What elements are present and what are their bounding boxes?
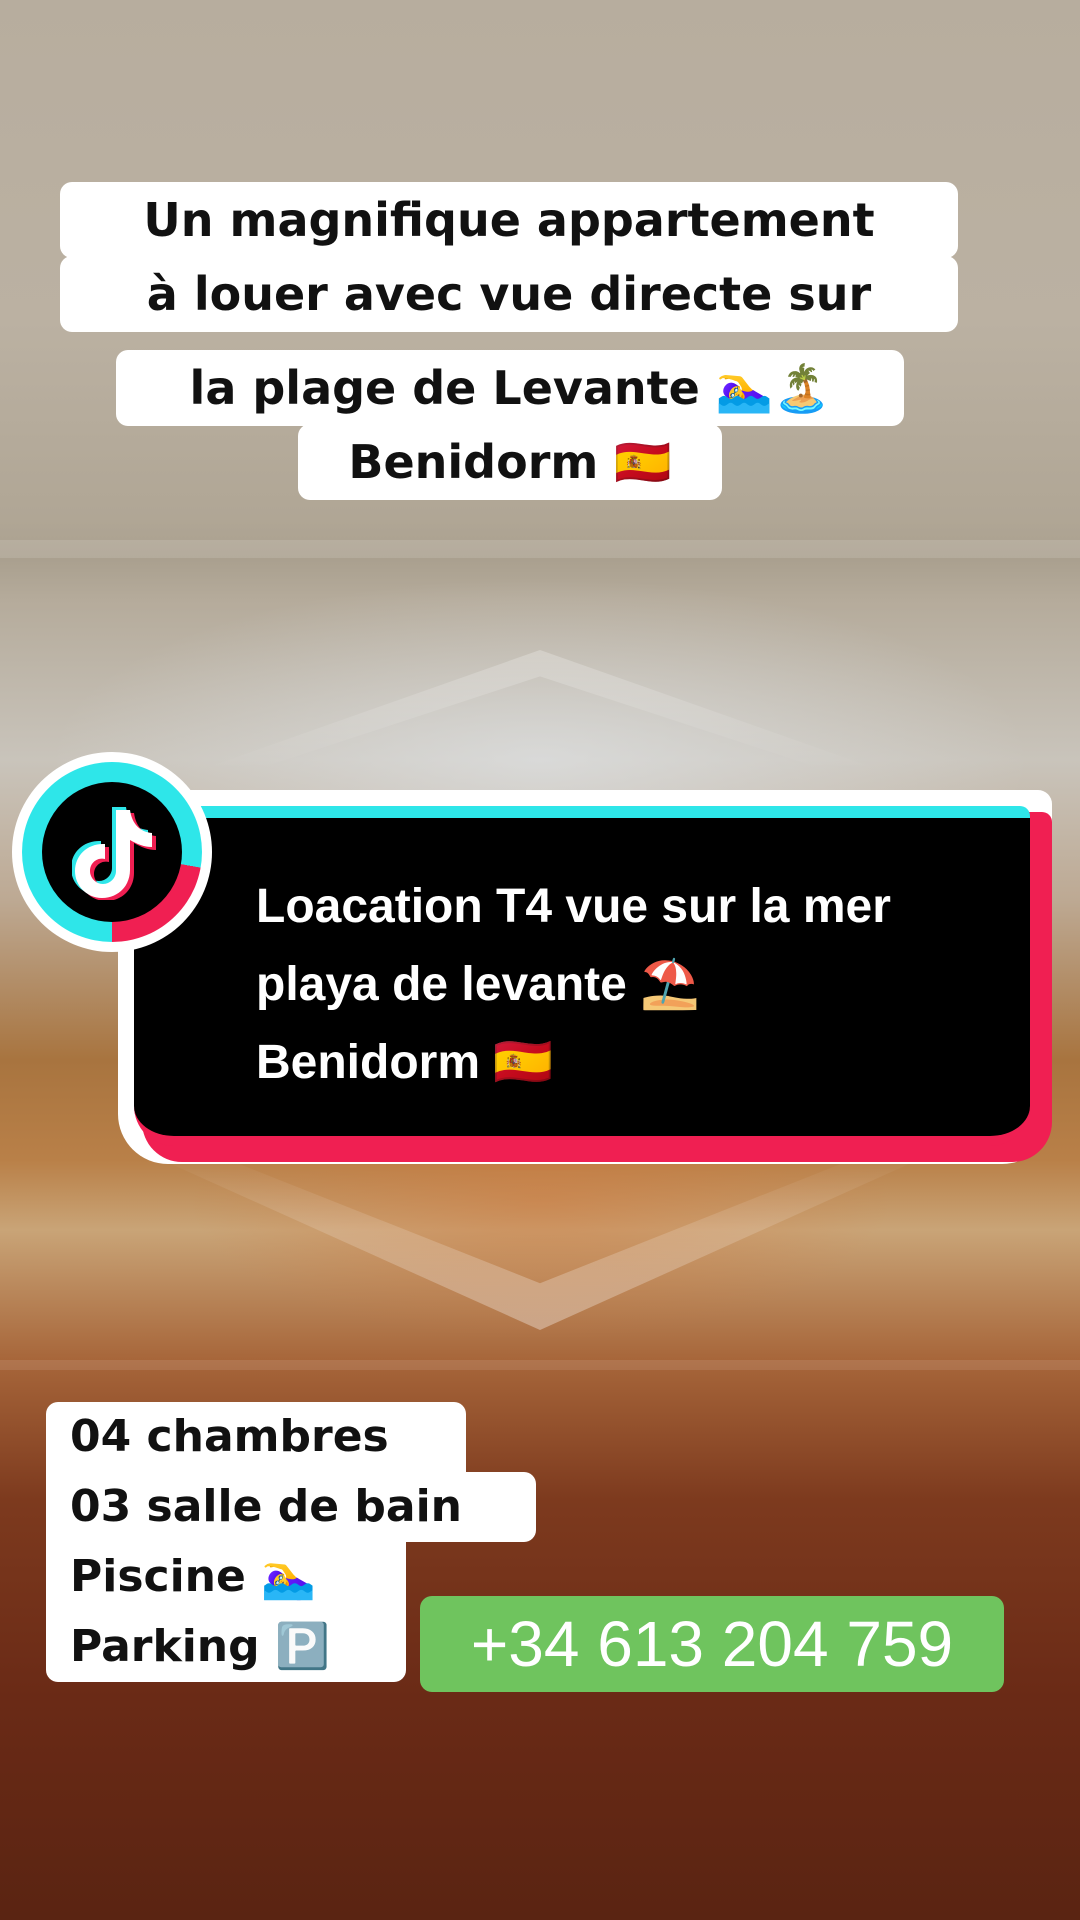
caption-line: Benidorm 🇪🇸 [298,424,722,500]
card-line: Loacation T4 vue sur la mer [256,880,891,933]
card-line: Benidorm 🇪🇸 [256,1036,554,1089]
info-line: 04 chambres [46,1402,466,1472]
info-line: Piscine 🏊‍♀️ [46,1542,406,1612]
tiktok-note-icon [72,807,156,900]
info-line: 03 salle de bain [46,1472,536,1542]
caption-line: à louer avec vue directe sur [60,256,958,332]
background-band [0,1360,1080,1370]
card-line: playa de levante ⛱️ [256,958,700,1011]
phone-number-badge[interactable]: +34 613 204 759 [420,1596,1004,1692]
tiktok-logo-icon[interactable] [42,782,182,922]
info-line: Parking 🅿️ [46,1612,406,1682]
card-text: Loacation T4 vue sur la mer playa de lev… [256,868,1016,1102]
background-band [0,540,1080,558]
caption-line: la plage de Levante 🏊‍♀️🏝️ [116,350,904,426]
caption-line: Un magnifique appartement [60,182,958,258]
